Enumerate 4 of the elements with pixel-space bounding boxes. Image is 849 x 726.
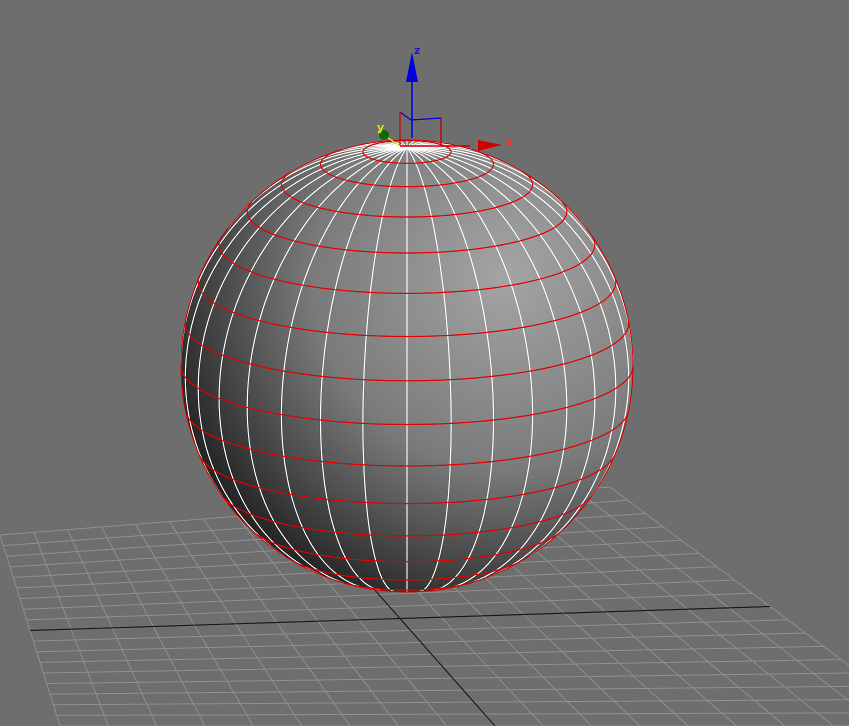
axis-label: x <box>506 136 514 149</box>
axis-label: z <box>414 44 420 57</box>
move-gizmo-drawing[interactable] <box>378 52 502 151</box>
axis-label: y <box>377 121 384 134</box>
